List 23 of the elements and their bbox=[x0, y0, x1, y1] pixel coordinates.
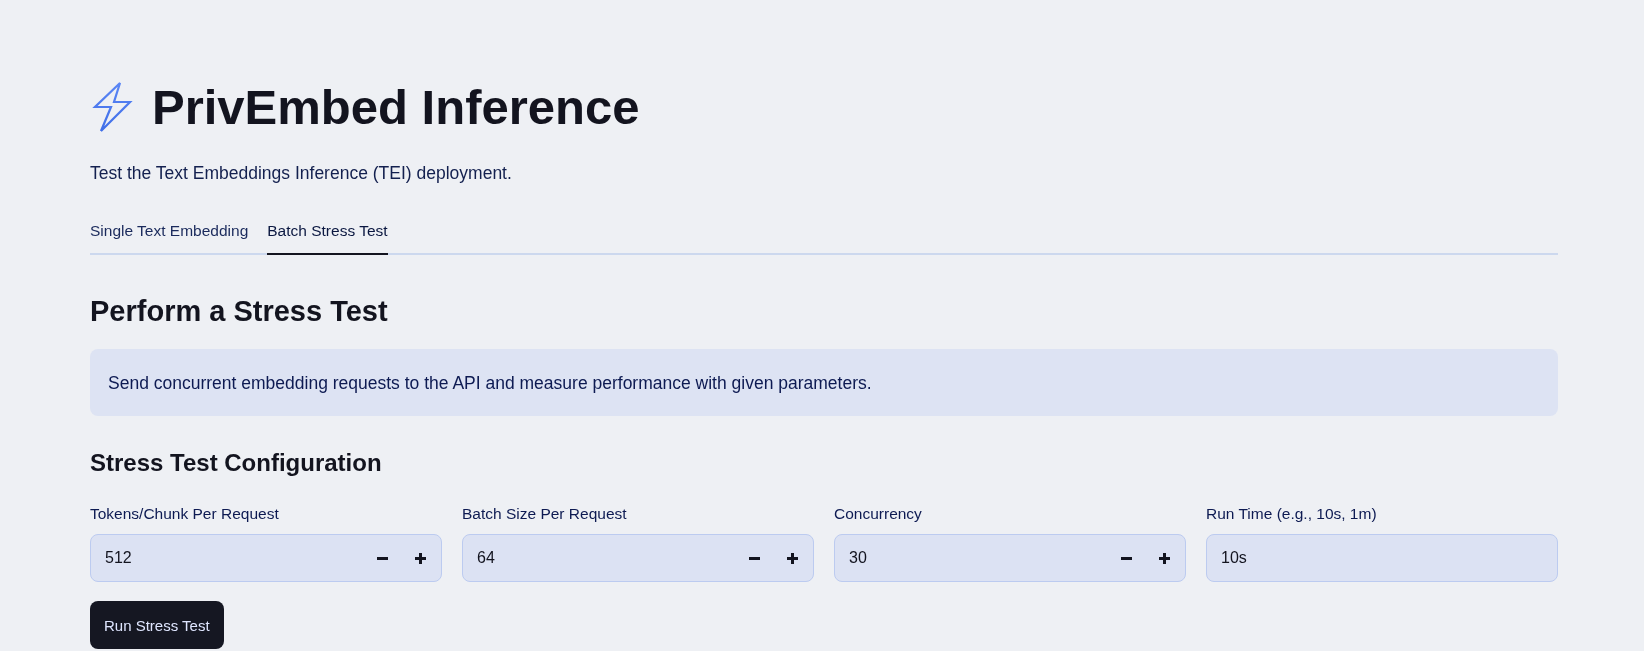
minus-icon bbox=[1120, 556, 1132, 560]
number-input[interactable]: 64 bbox=[462, 534, 814, 582]
tab[interactable]: Batch Stress Test bbox=[267, 221, 388, 255]
info-message: Send concurrent embedding requests to the API and measure performance with given parameters. bbox=[90, 349, 1558, 416]
field-label: Run Time (e.g., 10s, 1m) bbox=[1206, 504, 1377, 524]
config-heading: Stress Test Configuration bbox=[90, 448, 383, 478]
field-label: Batch Size Per Request bbox=[462, 504, 627, 524]
page-title: PrivEmbed Inference bbox=[152, 81, 640, 133]
plus-icon bbox=[414, 552, 426, 564]
number-input[interactable]: 30 bbox=[834, 534, 1186, 582]
plus-icon bbox=[1158, 552, 1170, 564]
field-label: Tokens/Chunk Per Request bbox=[90, 504, 279, 524]
minus-icon bbox=[748, 556, 760, 560]
text-input[interactable]: 10s bbox=[1206, 534, 1558, 582]
number-input[interactable]: 512 bbox=[90, 534, 442, 582]
plus-icon bbox=[786, 552, 798, 564]
tab[interactable]: Single Text Embedding bbox=[90, 221, 249, 255]
page-subtitle: Test the Text Embeddings Inference (TEI) deployment. bbox=[90, 162, 513, 185]
section-heading: Perform a Stress Test bbox=[90, 294, 389, 329]
lightning-bolt-icon bbox=[90, 81, 134, 133]
field-label: Concurrency bbox=[834, 504, 922, 524]
run-stress-test-button[interactable]: Run Stress Test bbox=[90, 601, 224, 649]
minus-icon bbox=[376, 556, 388, 560]
